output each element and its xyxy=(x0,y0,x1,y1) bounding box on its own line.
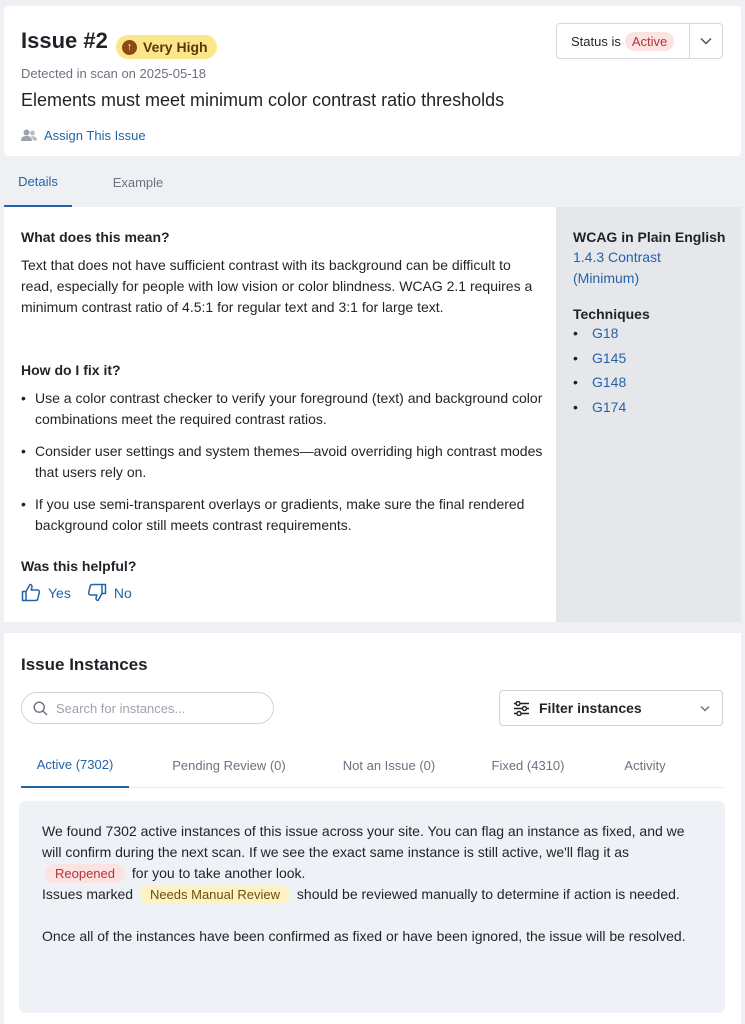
instance-tabs: Active (7302) Pending Review (0) Not an … xyxy=(21,743,723,788)
info-paragraph-resolution: Once all of the instances have been conf… xyxy=(42,928,686,944)
issue-instances-card: Issue Instances Filter instances Active … xyxy=(4,633,741,1024)
detail-tabs: Details Example xyxy=(0,157,745,207)
what-does-this-mean-heading: What does this mean? xyxy=(21,229,170,245)
issue-header-card: Issue #2 ↑ Very High Detected in scan on… xyxy=(4,6,741,156)
tab-active[interactable]: Active (7302) xyxy=(21,743,129,788)
tab-activity[interactable]: Activity xyxy=(614,743,676,788)
techniques-list: G18 G145 G148 G174 xyxy=(573,323,626,421)
sliders-icon xyxy=(514,700,529,716)
yes-button[interactable]: Yes xyxy=(21,583,71,602)
info-text: should be reviewed manually to determine… xyxy=(296,886,680,902)
needs-manual-review-badge: Needs Manual Review xyxy=(139,885,291,904)
search-input[interactable] xyxy=(56,700,256,716)
instance-search[interactable] xyxy=(21,692,274,724)
technique-link-g145[interactable]: G145 xyxy=(573,348,626,373)
fix-list: Use a color contrast checker to verify y… xyxy=(21,388,546,547)
tab-fixed[interactable]: Fixed (4310) xyxy=(483,743,573,788)
wcag-sidebar: WCAG in Plain English 1.4.3 Contrast (Mi… xyxy=(556,207,741,622)
status-dropdown-toggle[interactable] xyxy=(690,24,722,58)
info-text: We found 7302 active instances of this i… xyxy=(42,823,685,860)
info-text: for you to take another look. xyxy=(131,865,306,881)
instances-title: Issue Instances xyxy=(21,655,148,674)
tab-pending-review[interactable]: Pending Review (0) xyxy=(159,743,299,788)
tab-not-an-issue[interactable]: Not an Issue (0) xyxy=(330,743,448,788)
tab-example[interactable]: Example xyxy=(100,157,176,207)
technique-link-g18[interactable]: G18 xyxy=(573,323,626,348)
status-display[interactable]: Status is Active xyxy=(557,24,690,58)
thumbs-down-icon xyxy=(87,583,107,602)
no-button[interactable]: No xyxy=(87,583,132,602)
was-this-helpful-heading: Was this helpful? xyxy=(21,558,137,574)
severity-badge: ↑ Very High xyxy=(116,35,217,59)
severity-label: Very High xyxy=(143,39,208,55)
list-item: If you use semi-transparent overlays or … xyxy=(21,494,546,536)
details-panel: What does this mean? Text that does not … xyxy=(4,207,556,622)
issue-title: Issue #2 xyxy=(21,28,108,53)
chevron-down-icon xyxy=(700,705,710,711)
feedback-buttons: Yes No xyxy=(21,583,132,602)
list-item: Consider user settings and system themes… xyxy=(21,441,546,483)
detected-date: Detected in scan on 2025-05-18 xyxy=(21,66,207,81)
no-label: No xyxy=(113,584,132,601)
info-text: Issues marked xyxy=(42,886,134,902)
info-paragraph: We found 7302 active instances of this i… xyxy=(42,821,703,905)
assign-issue-link[interactable]: Assign This Issue xyxy=(21,128,146,143)
users-icon xyxy=(21,129,37,141)
filter-instances-dropdown[interactable]: Filter instances xyxy=(499,690,723,726)
technique-link-g148[interactable]: G148 xyxy=(573,372,626,397)
tab-details[interactable]: Details xyxy=(4,157,72,207)
reopened-badge: Reopened xyxy=(45,864,125,883)
thumbs-up-icon xyxy=(21,583,41,602)
arrow-up-circle-icon: ↑ xyxy=(122,39,137,55)
techniques-heading: Techniques xyxy=(573,306,650,322)
instances-info-box: We found 7302 active instances of this i… xyxy=(19,801,725,1013)
wcag-heading: WCAG in Plain English xyxy=(573,229,726,245)
technique-link-g174[interactable]: G174 xyxy=(573,397,626,422)
filter-label: Filter instances xyxy=(539,700,642,716)
search-icon xyxy=(33,700,48,715)
wcag-criterion-link[interactable]: 1.4.3 Contrast (Minimum) xyxy=(573,247,723,289)
status-prefix: Status is xyxy=(571,33,621,49)
assign-issue-label: Assign This Issue xyxy=(44,128,146,143)
issue-description: Elements must meet minimum color contras… xyxy=(21,90,505,110)
list-item: Use a color contrast checker to verify y… xyxy=(21,388,546,430)
chevron-down-icon xyxy=(700,37,712,45)
how-to-fix-heading: How do I fix it? xyxy=(21,362,121,378)
explanation-text: Text that does not have sufficient contr… xyxy=(21,257,533,315)
status-badge: Active xyxy=(624,31,675,51)
status-dropdown[interactable]: Status is Active xyxy=(556,23,723,59)
yes-label: Yes xyxy=(48,584,71,601)
